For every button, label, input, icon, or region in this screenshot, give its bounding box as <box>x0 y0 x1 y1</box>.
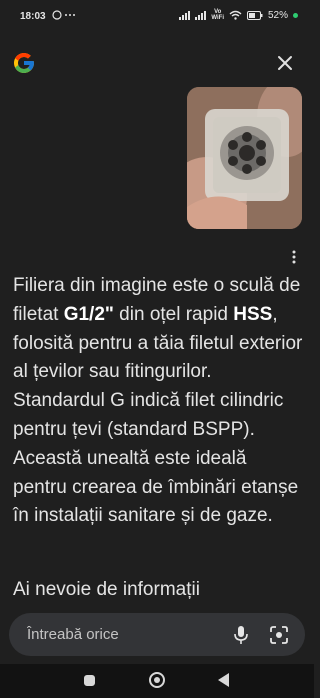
battery-icon <box>246 10 263 20</box>
status-time: 18:03 <box>20 11 46 22</box>
back-triangle-icon[interactable] <box>218 673 229 687</box>
battery-percent: 52% <box>267 9 288 21</box>
top-bar <box>0 44 314 84</box>
query-image[interactable] <box>187 87 302 229</box>
answer-bold-1: G1/2" <box>63 303 114 325</box>
wifi-icon <box>229 10 242 20</box>
answer-part-2: din oțel rapid <box>113 303 234 325</box>
ask-bar <box>9 613 305 656</box>
signal-icon-2 <box>195 10 207 20</box>
followup-text: Ai nevoie de informații <box>13 579 200 600</box>
more-options-icon[interactable] <box>288 248 300 266</box>
system-nav-bar <box>0 664 314 698</box>
mic-icon[interactable] <box>231 624 251 646</box>
signal-icon <box>179 10 191 20</box>
answer-bold-2: HSS <box>233 303 273 325</box>
notification-icons <box>52 10 82 23</box>
ai-answer-text: Filiera din imagine este o sculă de file… <box>13 272 305 531</box>
die-in-box-photo <box>187 87 302 229</box>
recents-square-icon[interactable] <box>84 675 95 686</box>
close-button[interactable] <box>274 52 296 74</box>
status-indicators: Vo WiFi 52% <box>179 9 298 21</box>
ask-input[interactable] <box>27 613 227 656</box>
whatsapp-icon <box>52 10 75 20</box>
status-bar: 18:03 Vo WiFi 52% <box>0 0 314 32</box>
google-g-icon <box>14 53 34 73</box>
network-label: Vo WiFi <box>211 9 224 21</box>
home-circle-icon[interactable] <box>149 672 165 688</box>
answer-part-3: , folosită pentru a tăia filetul exterio… <box>13 303 303 527</box>
lens-camera-icon[interactable] <box>268 624 290 646</box>
battery-dot-icon <box>293 12 298 18</box>
